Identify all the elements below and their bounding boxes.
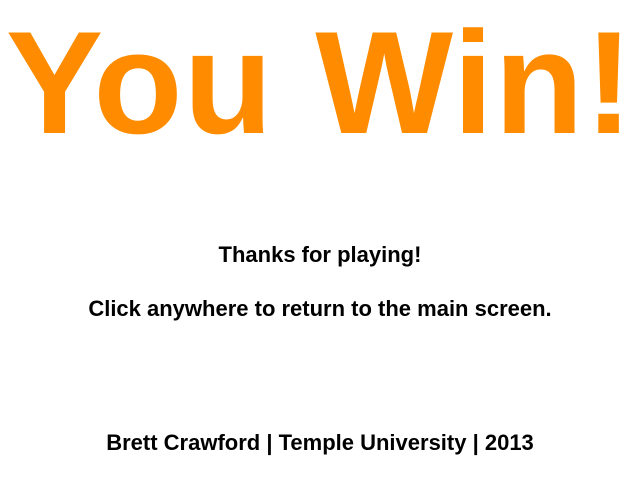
win-screen[interactable]: You Win! Thanks for playing! Click anywh… xyxy=(0,0,640,480)
win-title: You Win! xyxy=(5,1,635,164)
credits-footer: Brett Crawford | Temple University | 201… xyxy=(106,430,534,455)
thanks-message: Thanks for playing! xyxy=(218,242,422,267)
return-instruction: Click anywhere to return to the main scr… xyxy=(88,296,552,321)
